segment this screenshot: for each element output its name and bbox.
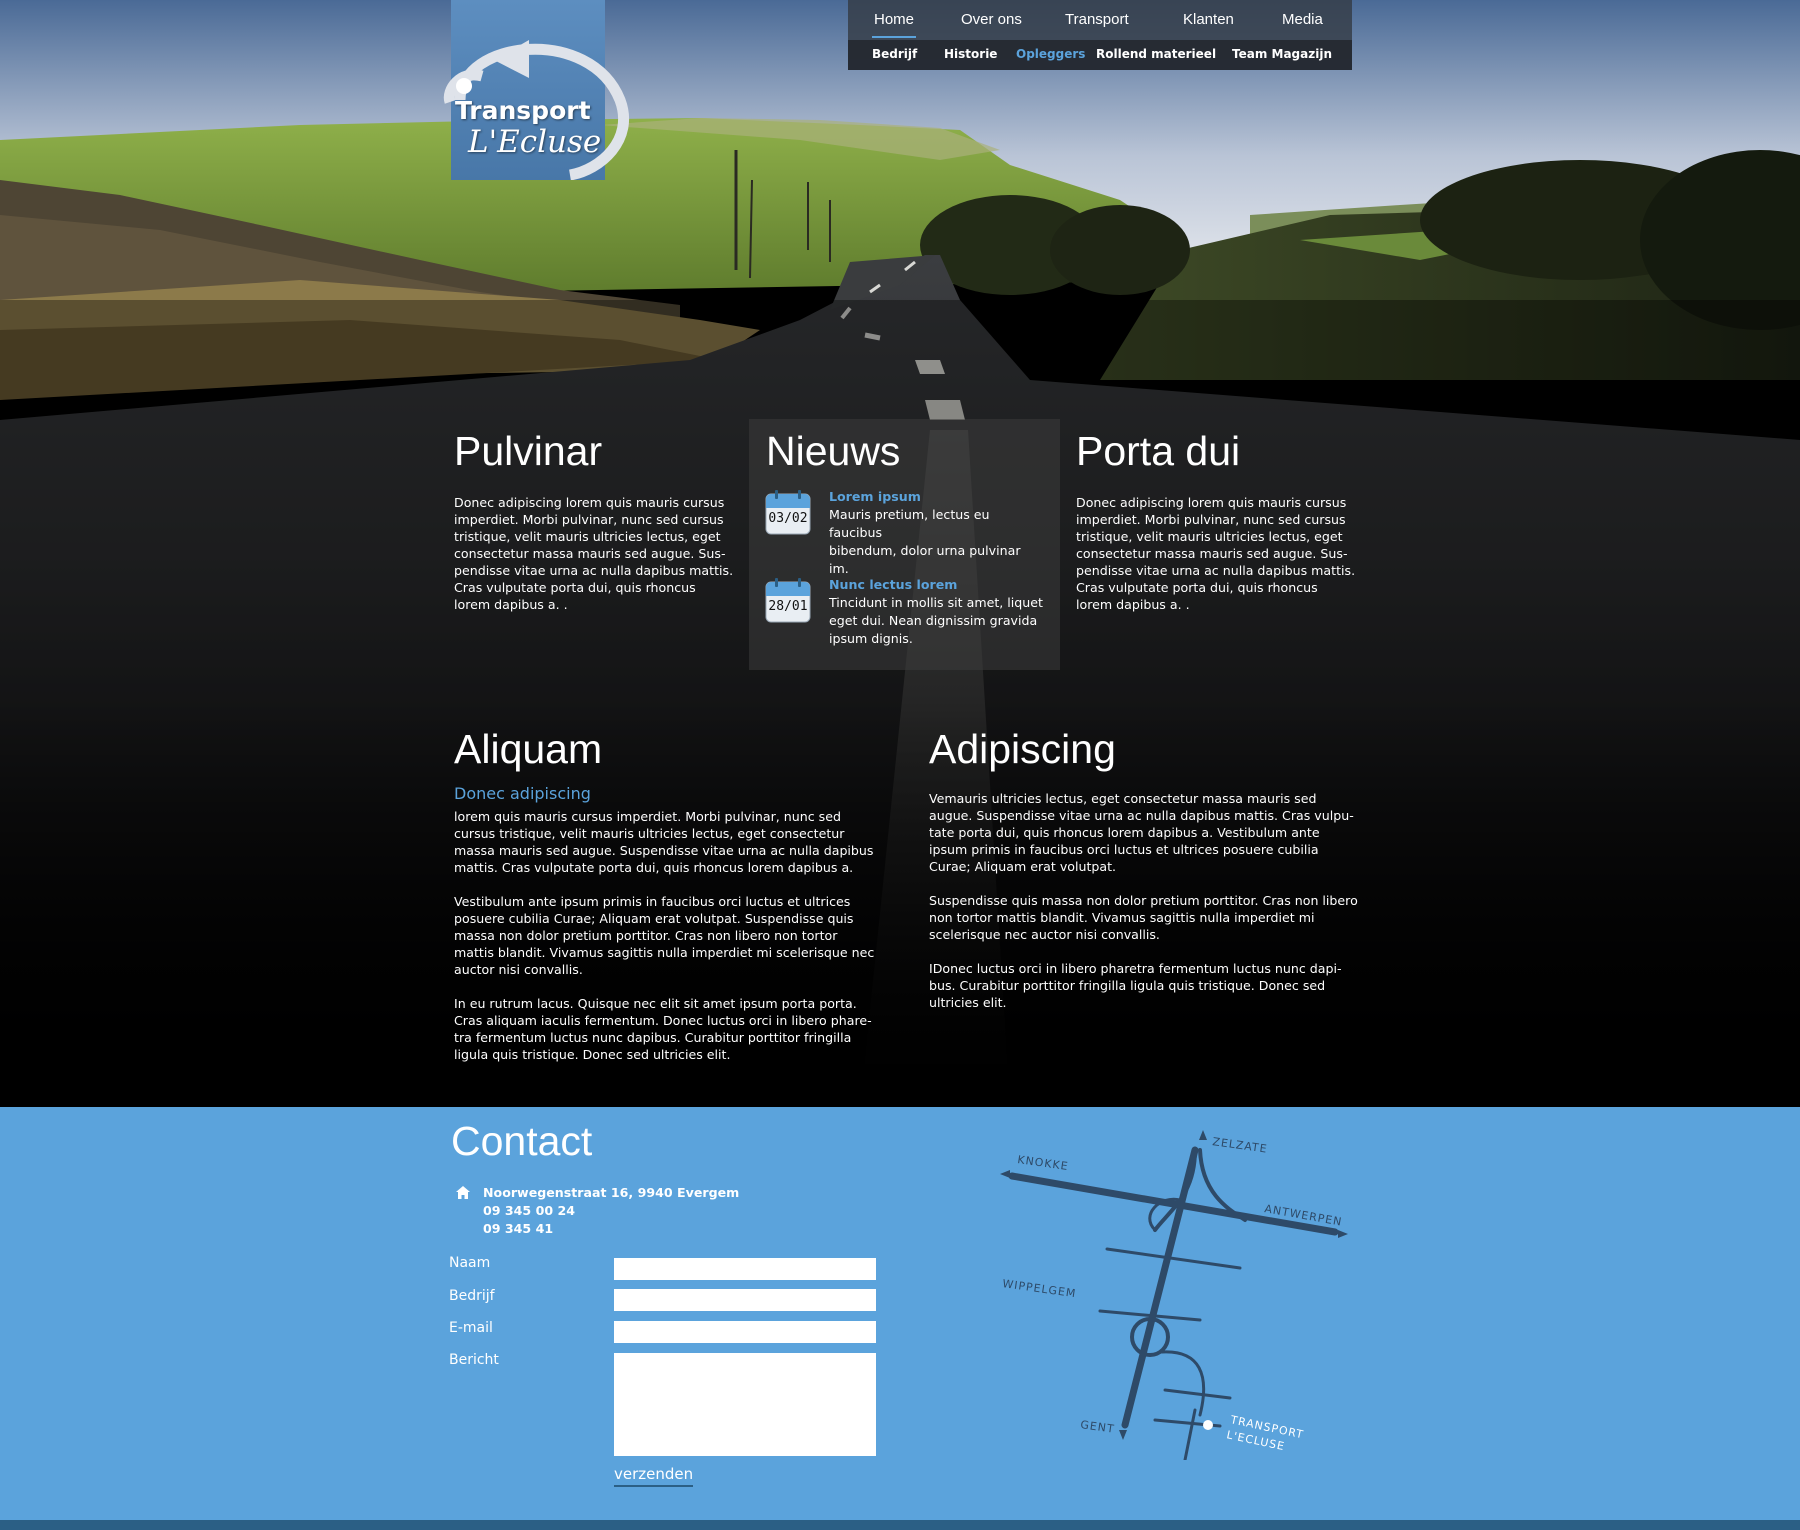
text-line: bibendum, dolor urna pulvinar im. xyxy=(829,543,1021,576)
logo-subtitle: L'Ecluse xyxy=(468,124,602,160)
map-label-zelzate: ZELZATE xyxy=(1212,1135,1269,1156)
news-item-text: Tincidunt in mollis sit amet, liquet ege… xyxy=(829,594,1044,648)
text-line: ligula quis tristique. Donec sed ultrici… xyxy=(454,1047,731,1062)
text-line: consectetur massa mauris sed augue. Sus- xyxy=(1076,546,1348,561)
text-line: tristique, velit mauris ultricies lectus… xyxy=(454,529,721,544)
bericht-label: Bericht xyxy=(449,1352,499,1368)
naam-field[interactable] xyxy=(614,1258,876,1280)
news-item-title[interactable]: Lorem ipsum xyxy=(829,489,921,504)
aliquam-text: lorem quis mauris cursus imperdiet. Morb… xyxy=(454,808,894,1063)
adipiscing-text: Vemauris ultricies lectus, eget consecte… xyxy=(929,790,1369,1011)
email-label: E-mail xyxy=(449,1320,493,1336)
subnav-item-team-magazijn[interactable]: Team Magazijn xyxy=(1232,47,1332,61)
email-field[interactable] xyxy=(614,1321,876,1343)
subnav-item-historie[interactable]: Historie xyxy=(944,47,997,61)
subnav-item-opleggers[interactable]: Opleggers xyxy=(1016,47,1085,61)
contact-phone: 09 345 00 24 xyxy=(483,1203,576,1218)
text-line: Donec adipiscing lorem quis mauris cursu… xyxy=(1076,495,1347,510)
contact-fax: 09 345 41 xyxy=(483,1221,554,1236)
naam-label: Naam xyxy=(449,1255,491,1271)
nav-item-over-ons[interactable]: Over ons xyxy=(961,11,1022,28)
text-line: eget dui. Nean dignissim gravida xyxy=(829,613,1038,628)
text-line: massa non dolor pretium porttitor. Cras … xyxy=(454,928,838,943)
text-line: mattis. Cras vulputate porta dui, quis r… xyxy=(454,860,854,875)
bericht-field[interactable] xyxy=(614,1353,876,1456)
secondary-nav: Bedrijf Historie Opleggers Rollend mater… xyxy=(848,40,1352,70)
text-line: ipsum dignis. xyxy=(829,631,913,646)
footer-bar xyxy=(0,1520,1800,1530)
text-line: tra fermentum luctus nunc dapibus. Curab… xyxy=(454,1030,852,1045)
text-line: ultricies elit. xyxy=(929,995,1007,1010)
text-line: non tortor mattis blandit. Vivamus sagit… xyxy=(929,910,1315,925)
porta-dui-heading: Porta dui xyxy=(1076,428,1241,474)
text-line: cursus tristique, velit mauris ultricies… xyxy=(454,826,845,841)
verzenden-button[interactable]: verzenden xyxy=(614,1465,694,1487)
text-line: pendisse vitae urna ac nulla dapibus mat… xyxy=(1076,563,1356,578)
news-date: 03/02 xyxy=(768,511,808,526)
news-item-text: Mauris pretium, lectus eu faucibus biben… xyxy=(829,506,1044,578)
text-line: tristique, velit mauris ultricies lectus… xyxy=(1076,529,1343,544)
text-line: Donec adipiscing lorem quis mauris cursu… xyxy=(454,495,725,510)
text-line: Cras aliquam iaculis fermentum. Donec lu… xyxy=(454,1013,872,1028)
text-line: lorem quis mauris cursus imperdiet. Morb… xyxy=(454,809,841,824)
text-line: mattis blandit. Vivamus sagittis nulla i… xyxy=(454,945,875,960)
news-date: 28/01 xyxy=(768,599,808,614)
pulvinar-text: Donec adipiscing lorem quis mauris cursu… xyxy=(454,494,754,613)
pulvinar-heading: Pulvinar xyxy=(454,428,603,474)
map-label-knokke: KNOKKE xyxy=(1017,1153,1070,1173)
text-line: Suspendisse quis massa non dolor pretium… xyxy=(929,893,1358,908)
text-line: pendisse vitae urna ac nulla dapibus mat… xyxy=(454,563,734,578)
text-line: auctor nisi convallis. xyxy=(454,962,583,977)
text-line: augue. Suspendisse vitae urna ac nulla d… xyxy=(929,808,1354,823)
text-line: Tincidunt in mollis sit amet, liquet xyxy=(829,595,1043,610)
text-line: tate porta dui, quis rhoncus lorem dapib… xyxy=(929,825,1320,840)
adipiscing-heading: Adipiscing xyxy=(929,726,1116,772)
nav-item-home[interactable]: Home xyxy=(871,11,917,38)
text-line: imperdiet. Morbi pulvinar, nunc sed curs… xyxy=(454,512,724,527)
text-line: Cras vulputate porta dui, quis rhoncus xyxy=(1076,580,1318,595)
bedrijf-label: Bedrijf xyxy=(449,1288,495,1304)
text-line: ipsum primis in faucibus orci luctus et … xyxy=(929,842,1319,857)
text-line: bus. Curabitur porttitor fringilla ligul… xyxy=(929,978,1326,993)
text-line: Curae; Aliquam erat volutpat. xyxy=(929,859,1117,874)
primary-nav: Home Over ons Transport Klanten Media xyxy=(848,0,1352,40)
text-line: posuere cubilia Curae; Aliquam erat volu… xyxy=(454,911,854,926)
text-line: imperdiet. Morbi pulvinar, nunc sed curs… xyxy=(1076,512,1346,527)
main-navigation: Home Over ons Transport Klanten Media Be… xyxy=(848,0,1352,70)
nav-item-media[interactable]: Media xyxy=(1282,11,1323,28)
text-line: massa mauris sed augue. Suspendisse vita… xyxy=(454,843,874,858)
text-line: In eu rutrum lacus. Quisque nec elit sit… xyxy=(454,996,857,1011)
text-line: IDonec luctus orci in libero pharetra fe… xyxy=(929,961,1342,976)
aliquam-subheading: Donec adipiscing xyxy=(454,784,591,803)
text-line: consectetur massa mauris sed augue. Sus- xyxy=(454,546,726,561)
news-heading: Nieuws xyxy=(766,428,901,474)
map-label-gent: GENT xyxy=(1080,1418,1116,1436)
subnav-item-bedrijf[interactable]: Bedrijf xyxy=(872,47,917,61)
contact-section xyxy=(0,1107,1800,1520)
contact-heading: Contact xyxy=(451,1118,593,1164)
text-line: Vemauris ultricies lectus, eget consecte… xyxy=(929,791,1317,806)
home-icon xyxy=(456,1186,470,1199)
text-line: Mauris pretium, lectus eu faucibus xyxy=(829,507,990,540)
text-line: lorem dapibus a. . xyxy=(454,597,568,612)
aliquam-heading: Aliquam xyxy=(454,726,603,772)
porta-dui-text: Donec adipiscing lorem quis mauris cursu… xyxy=(1076,494,1376,613)
route-map: ZELZATE KNOKKE ANTWERPEN WIPPELGEM GENT … xyxy=(1000,1130,1348,1460)
text-line: Cras vulputate porta dui, quis rhoncus xyxy=(454,580,696,595)
news-item-title[interactable]: Nunc lectus lorem xyxy=(829,577,957,592)
logo-title: Transport xyxy=(455,96,591,125)
text-line: lorem dapibus a. . xyxy=(1076,597,1190,612)
text-line: Vestibulum ante ipsum primis in faucibus… xyxy=(454,894,851,909)
subnav-item-rollend-materieel[interactable]: Rollend materieel xyxy=(1096,47,1216,61)
nav-item-klanten[interactable]: Klanten xyxy=(1183,11,1234,28)
text-line: scelerisque nec auctor nisi convallis. xyxy=(929,927,1160,942)
contact-address: Noorwegenstraat 16, 9940 Evergem xyxy=(483,1185,740,1200)
map-label-wippelgem: WIPPELGEM xyxy=(1002,1277,1078,1300)
bedrijf-field[interactable] xyxy=(614,1289,876,1311)
nav-item-transport[interactable]: Transport xyxy=(1065,11,1129,28)
